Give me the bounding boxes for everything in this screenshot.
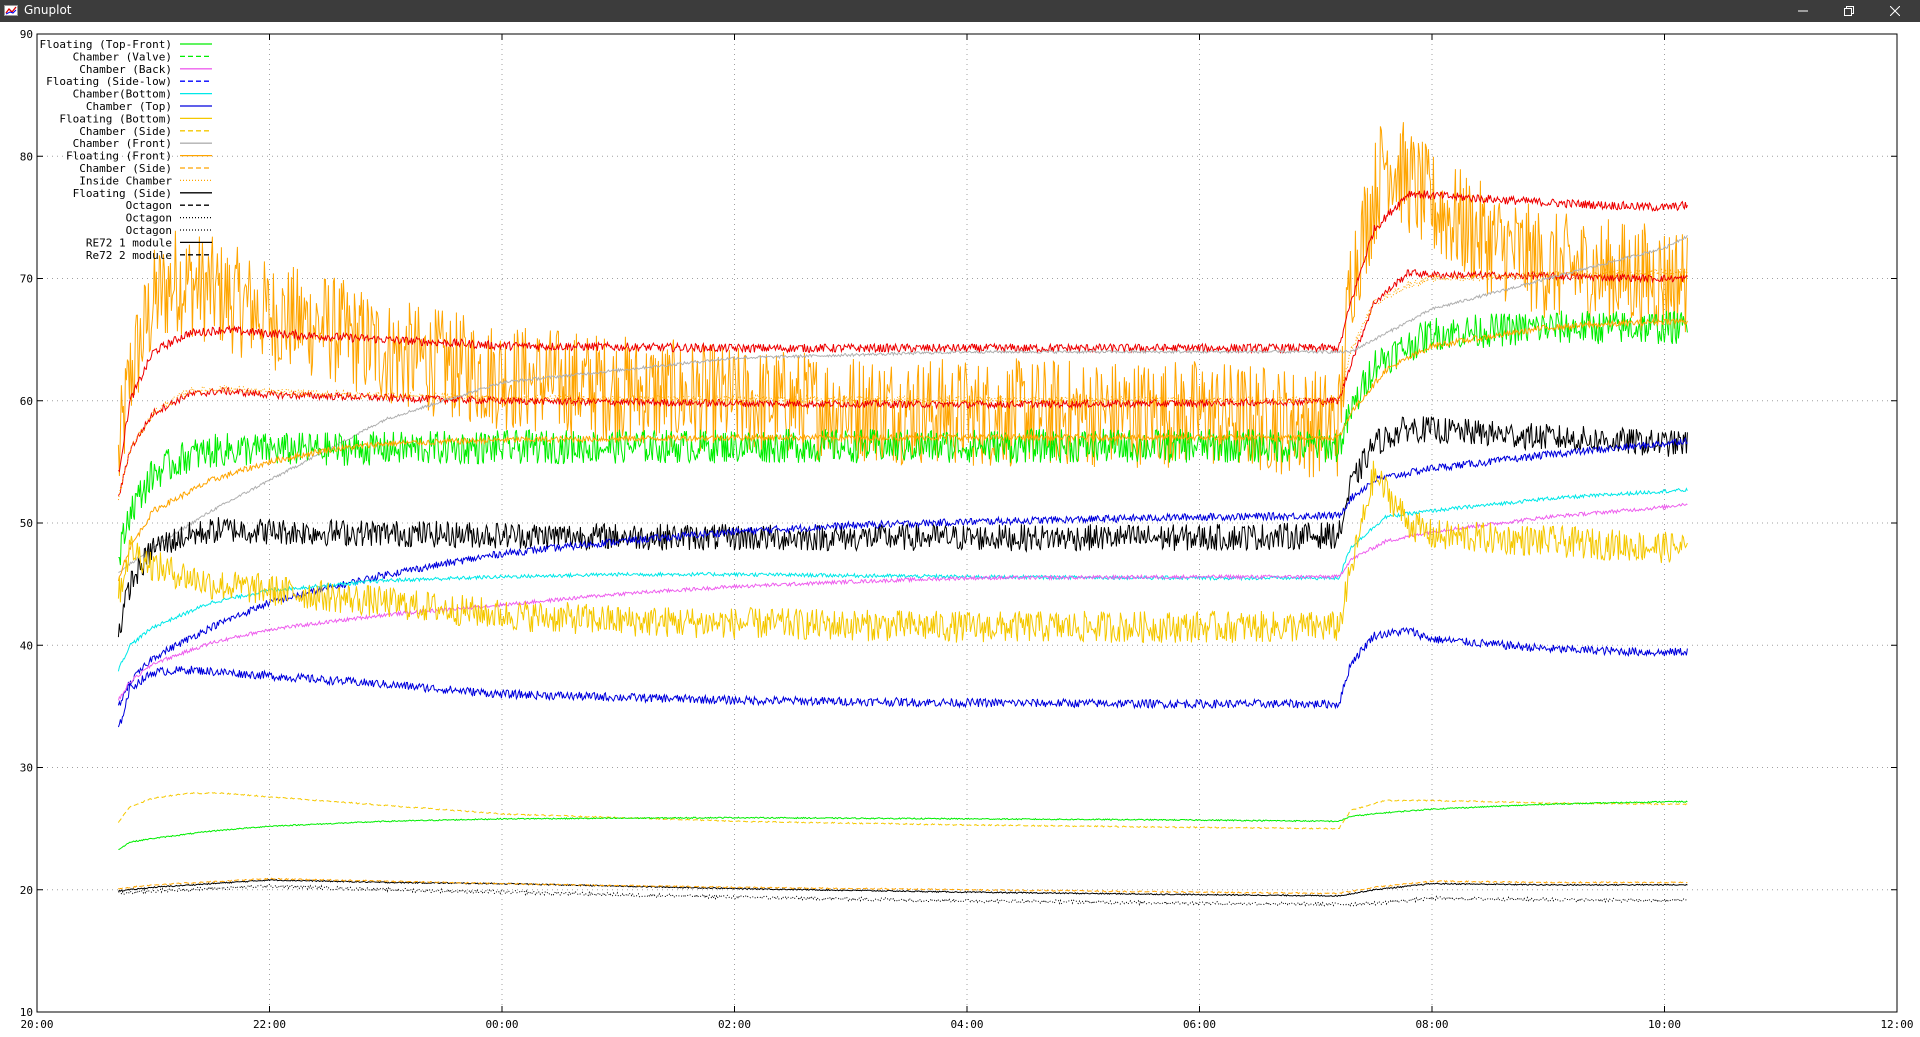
y-tick-label: 20 <box>20 884 33 897</box>
window-title: Gnuplot <box>24 3 72 17</box>
legend-label: Chamber(Bottom) <box>73 88 172 101</box>
legend-label: Chamber (Side) <box>79 125 172 138</box>
legend-label: Inside Chamber <box>79 174 172 187</box>
legend-label: Octagon <box>126 212 172 225</box>
close-button[interactable] <box>1872 0 1918 22</box>
x-tick-label: 00:00 <box>485 1018 518 1031</box>
restore-icon <box>1844 5 1854 16</box>
series-line <box>117 792 1688 830</box>
title-bar: Gnuplot <box>0 0 1920 22</box>
legend-label: Chamber (Valve) <box>73 50 172 63</box>
y-tick-label: 50 <box>20 517 33 530</box>
x-tick-label: 10:00 <box>1648 1018 1681 1031</box>
legend-label: Floating (Top-Front) <box>40 38 172 51</box>
series-line <box>117 436 1688 706</box>
plot-canvas: 20:00 22:00 00:00 02:00 04:00 06:00 08:00 10:00… <box>20 28 1914 1031</box>
legend-label: Octagon <box>126 199 172 212</box>
legend-label: Chamber (Side) <box>79 162 172 175</box>
legend-label: RE72 1 module <box>86 236 172 249</box>
legend-label: Chamber (Top) <box>86 100 172 113</box>
series-line <box>117 460 1688 644</box>
series-line <box>117 626 1688 728</box>
series-line <box>117 416 1688 638</box>
x-tick-label: 06:00 <box>1183 1018 1216 1031</box>
x-tick-label: 04:00 <box>950 1018 983 1031</box>
legend-label: Octagon <box>126 224 172 237</box>
x-tick-label: 02:00 <box>718 1018 751 1031</box>
series-line <box>118 883 1688 908</box>
close-icon <box>1889 5 1901 16</box>
minimize-button[interactable] <box>1780 0 1826 22</box>
y-tick-label: 10 <box>20 1006 33 1019</box>
series-line <box>118 878 1688 898</box>
series-line <box>118 800 1688 850</box>
series-line <box>118 234 1688 573</box>
y-tick-label: 40 <box>20 639 33 652</box>
legend-label: Floating (Bottom) <box>59 112 172 125</box>
x-tick-label: 08:00 <box>1415 1018 1448 1031</box>
data-series <box>117 122 1688 908</box>
legend-label: Floating (Side-low) <box>46 75 172 88</box>
legend: Floating (Top-Front)Chamber (Valve)Chamb… <box>40 38 212 262</box>
x-tick-label: 20:00 <box>20 1018 53 1031</box>
restore-button[interactable] <box>1826 0 1872 22</box>
y-tick-label: 60 <box>20 395 33 408</box>
y-tick-label: 70 <box>20 273 33 286</box>
y-tick-label: 90 <box>20 28 33 41</box>
x-tick-label: 22:00 <box>253 1018 286 1031</box>
legend-label: Chamber (Back) <box>79 63 172 76</box>
legend-label: Floating (Side) <box>73 187 172 200</box>
x-tick-label: 12:00 <box>1880 1018 1913 1031</box>
gnuplot-app-icon <box>4 5 18 16</box>
legend-label: Chamber (Front) <box>73 137 172 150</box>
minimize-icon <box>1798 10 1808 11</box>
legend-label: Re72 2 module <box>86 249 172 262</box>
y-tick-label: 30 <box>20 762 33 775</box>
y-tick-label: 80 <box>20 150 33 163</box>
legend-label: Floating (Front) <box>66 150 172 163</box>
